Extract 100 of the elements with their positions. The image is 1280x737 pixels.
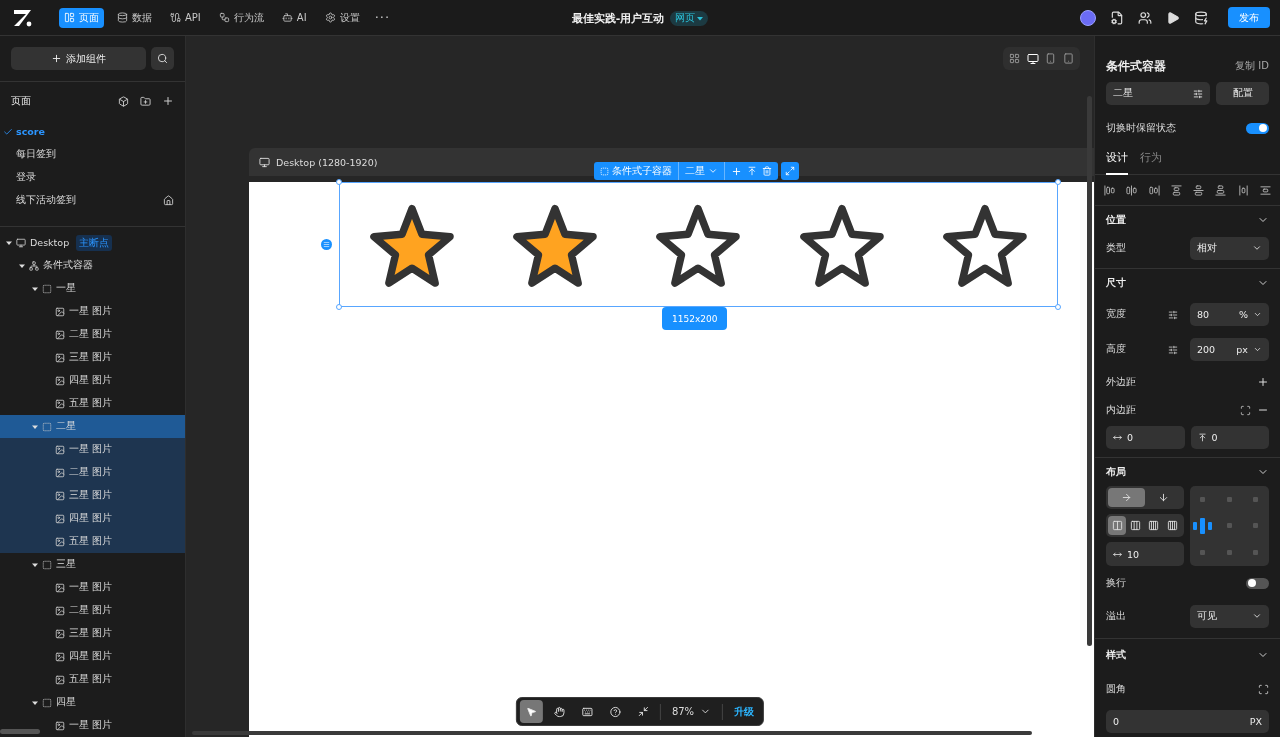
align-bottom-icon[interactable] [1215, 184, 1227, 196]
inspector-tab[interactable]: 设计 [1106, 151, 1128, 175]
folder-add-icon[interactable] [140, 95, 151, 107]
nav-tab[interactable]: 设置 [319, 7, 365, 28]
gap-field[interactable]: 10 [1106, 542, 1184, 566]
field-label: 溢出 [1106, 609, 1126, 623]
position-select[interactable]: 相对 [1190, 236, 1269, 260]
field-label: 内边距 [1106, 403, 1136, 417]
configure-button[interactable]: 配置 [1216, 82, 1269, 105]
expand-button[interactable] [781, 162, 799, 180]
keep-state-toggle[interactable] [1246, 122, 1269, 134]
monitor-icon [16, 237, 26, 248]
radius-field[interactable]: 0 PX [1106, 709, 1269, 733]
search-button[interactable] [151, 47, 174, 70]
layer-item[interactable]: 三星 图片 [0, 346, 185, 369]
cube-icon[interactable] [118, 95, 129, 107]
tool-button[interactable] [519, 700, 543, 723]
scan-icon[interactable] [1240, 404, 1251, 416]
distribute-vertical-icon[interactable] [1259, 184, 1271, 196]
layer-item[interactable]: 五星 图片 [0, 530, 185, 553]
layer-item[interactable]: 二星 图片 [0, 599, 185, 622]
height-field[interactable]: 200 px [1190, 338, 1269, 361]
section-title: 位置 [1106, 213, 1126, 227]
nav-tab[interactable]: 数据 [112, 7, 157, 28]
upgrade-link[interactable]: 升级 [728, 704, 761, 719]
delete-icon[interactable] [762, 166, 772, 176]
layer-item[interactable]: 三星 图片 [0, 622, 185, 645]
distribution-option[interactable] [1108, 516, 1127, 535]
page-item[interactable]: 线下活动签到 [0, 189, 185, 212]
layer-item[interactable]: 五星 图片 [0, 668, 185, 691]
layer-item[interactable]: 四星 图片 [0, 645, 185, 668]
layer-item[interactable]: 二星 [0, 415, 185, 438]
component-title: 条件式容器 [1106, 58, 1166, 74]
page-item[interactable]: score [0, 120, 185, 143]
padding-horizontal-field[interactable]: 0 [1106, 425, 1185, 449]
layer-item[interactable]: 四星 图片 [0, 507, 185, 530]
dashed-square-icon [42, 697, 52, 708]
corners-icon[interactable] [1258, 683, 1269, 695]
layer-item[interactable]: 二星 图片 [0, 461, 185, 484]
sliders-icon[interactable] [1168, 344, 1178, 355]
padding-vertical-field[interactable]: 0 [1190, 425, 1269, 449]
dashed-square-icon [42, 283, 52, 294]
layer-item[interactable]: 二星 图片 [0, 323, 185, 346]
add-component-button[interactable]: 添加组件 [11, 47, 146, 70]
users-icon[interactable] [1138, 10, 1152, 25]
menu-handle[interactable] [321, 239, 332, 250]
expand-icon [785, 166, 795, 176]
page-type-badge[interactable]: 网页 [670, 10, 709, 26]
align-indicator-icon[interactable] [1192, 518, 1213, 534]
overflow-select[interactable]: 可见 [1190, 604, 1269, 628]
layer-item[interactable]: 条件式容器 [0, 254, 185, 277]
columns-icon [1130, 520, 1142, 531]
plus-icon[interactable] [162, 95, 174, 107]
wrap-toggle[interactable] [1246, 577, 1269, 589]
inspector-tab[interactable]: 行为 [1140, 151, 1162, 175]
width-field[interactable]: 80 % [1190, 303, 1269, 326]
more-menu[interactable]: ··· [374, 10, 391, 25]
layer-item[interactable]: 四星 [0, 691, 185, 714]
chevron-icon [1253, 310, 1262, 319]
layer-item[interactable]: 一星 图片 [0, 438, 185, 461]
copy-id-link[interactable]: 复制 ID [1235, 59, 1269, 73]
device-button[interactable] [1025, 51, 1040, 66]
layer-item[interactable]: 四星 图片 [0, 369, 185, 392]
zoom-select[interactable]: 87% [665, 706, 718, 717]
play-icon[interactable] [1166, 10, 1180, 25]
plug-icon [170, 12, 181, 23]
nav-tab[interactable]: 行为流 [213, 7, 269, 28]
condition-select[interactable]: 二星 [1106, 82, 1210, 105]
layer-item[interactable]: 一星 图片 [0, 300, 185, 323]
avatar-circle[interactable] [1080, 9, 1096, 26]
align-center-icon[interactable] [1126, 184, 1138, 196]
align-middle-icon[interactable] [1193, 184, 1205, 196]
layer-item[interactable]: 一星 图片 [0, 714, 185, 737]
layer-item[interactable]: 五星 图片 [0, 392, 185, 415]
distribute-horizontal-icon[interactable] [1237, 184, 1249, 196]
sliders-icon[interactable] [1168, 309, 1178, 320]
nav-tab[interactable]: AI [276, 7, 312, 28]
align-top-icon[interactable] [1170, 184, 1182, 196]
section-title: 样式 [1106, 648, 1126, 662]
nav-tab[interactable]: API [165, 7, 206, 28]
align-left-icon[interactable] [1104, 184, 1115, 196]
image-icon [55, 651, 65, 662]
layer-item[interactable]: Desktop 主断点 [0, 231, 185, 254]
layer-item[interactable]: 一星 [0, 277, 185, 300]
logo-icon [12, 7, 34, 28]
columns-icon [1111, 520, 1123, 531]
layer-item[interactable]: 三星 [0, 553, 185, 576]
caret-icon [19, 262, 25, 269]
image-icon [55, 605, 65, 616]
layer-item[interactable]: 三星 图片 [0, 484, 185, 507]
layer-item[interactable]: 一星 图片 [0, 576, 185, 599]
section-title: 尺寸 [1106, 276, 1126, 290]
page-item[interactable]: 每日签到 [0, 143, 185, 166]
page-item[interactable]: 登录 [0, 166, 185, 189]
image-icon [55, 398, 65, 409]
file-settings-icon[interactable] [1110, 10, 1124, 25]
check-icon [3, 126, 13, 137]
plus-icon[interactable] [1257, 376, 1269, 388]
field-label: 圆角 [1106, 682, 1126, 696]
align-right-icon[interactable] [1148, 184, 1160, 196]
